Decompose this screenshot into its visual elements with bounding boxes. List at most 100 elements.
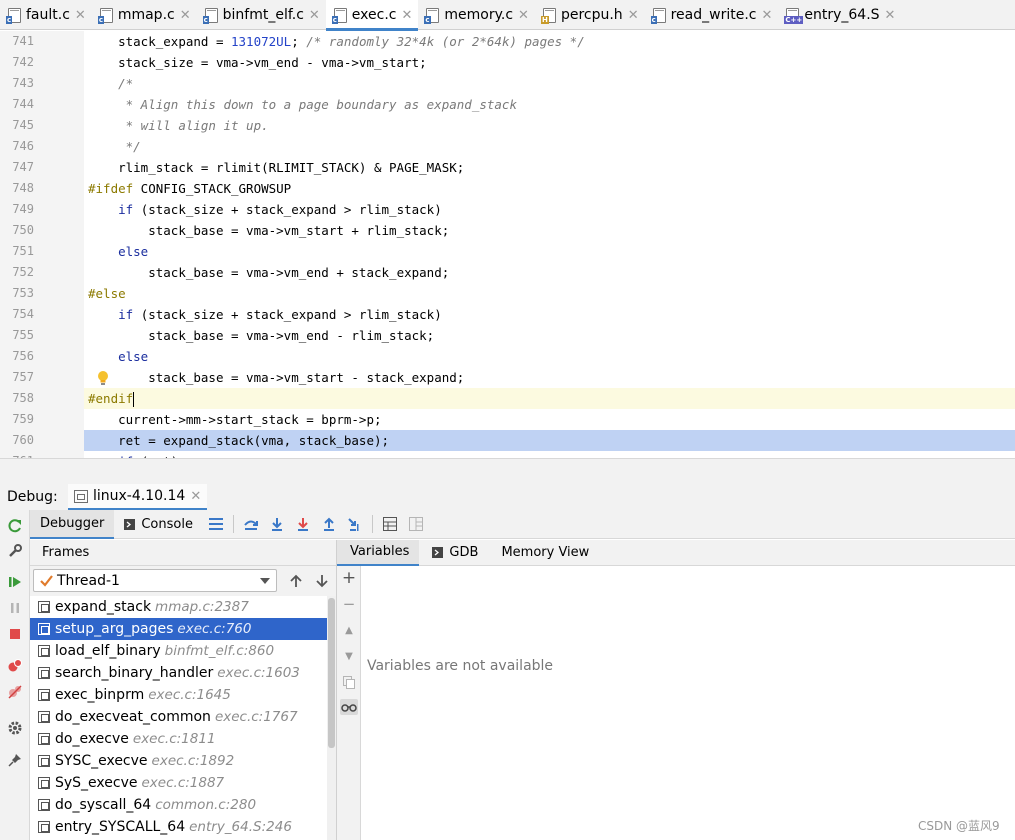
- frames-list[interactable]: expand_stack mmap.c:2387 setup_arg_pages ex…: [30, 596, 327, 840]
- wrench-icon[interactable]: [7, 543, 23, 559]
- code-line[interactable]: stack_base = vma->vm_start - stack_expan…: [88, 367, 1015, 388]
- mute-breakpoints-icon[interactable]: [7, 684, 23, 700]
- code-line[interactable]: ret = expand_stack(vma, stack_base);: [88, 430, 1015, 451]
- code-token: /* randomly 32*4k (or 2*64k) pages */: [306, 34, 585, 49]
- tab-memory-view[interactable]: Memory View: [488, 540, 599, 566]
- tab-gdb[interactable]: GDB: [419, 540, 488, 566]
- code-line[interactable]: * will align it up.: [88, 115, 1015, 136]
- frame-item[interactable]: do_execveat_common exec.c:1767: [30, 706, 327, 728]
- code-line[interactable]: * Align this down to a page boundary as …: [88, 94, 1015, 115]
- glasses-icon[interactable]: [340, 699, 358, 715]
- editor-tab[interactable]: Hpercpu.h ✕: [535, 0, 645, 30]
- editor-tab-label: entry_64.S: [804, 7, 880, 23]
- editor-tab[interactable]: c mmap.c ✕: [92, 0, 197, 30]
- code-token: ;: [291, 34, 307, 49]
- code-line[interactable]: stack_size = vma->vm_end - vma->vm_start…: [88, 52, 1015, 73]
- frame-function: do_syscall_64: [55, 797, 152, 813]
- frames-scrollbar[interactable]: [327, 596, 336, 840]
- add-icon[interactable]: +: [341, 568, 357, 588]
- frame-item[interactable]: SYSC_execve exec.c:1892: [30, 750, 327, 772]
- close-icon[interactable]: ✕: [885, 8, 896, 23]
- frames-menu-icon[interactable]: [207, 515, 225, 533]
- code-line[interactable]: if (stack_size + stack_expand > rlim_sta…: [88, 304, 1015, 325]
- frame-item[interactable]: SyS_execve exec.c:1887: [30, 772, 327, 794]
- evaluate-expression-icon[interactable]: [381, 515, 399, 533]
- close-icon[interactable]: ✕: [518, 8, 529, 23]
- line-number: 753: [12, 286, 34, 300]
- frame-location: exec.c:1887: [141, 775, 225, 791]
- code-token: #ifdef: [88, 181, 134, 196]
- pin-icon[interactable]: [7, 752, 23, 768]
- resume-icon[interactable]: [7, 574, 23, 590]
- variables-panel[interactable]: Variables are not available: [362, 566, 1015, 840]
- step-over-icon[interactable]: [268, 515, 286, 533]
- run-to-cursor-icon[interactable]: [346, 515, 364, 533]
- stack-frame-icon: [38, 777, 50, 789]
- show-execution-point-icon[interactable]: [242, 515, 260, 533]
- lightbulb-icon[interactable]: [97, 370, 109, 386]
- copy-icon[interactable]: [341, 674, 357, 690]
- frame-item[interactable]: setup_arg_pages exec.c:760: [30, 618, 327, 640]
- thread-selector[interactable]: Thread-1: [33, 569, 277, 592]
- thread-name: Thread-1: [57, 572, 120, 589]
- step-out-icon[interactable]: [320, 515, 338, 533]
- step-into-icon[interactable]: [294, 515, 312, 533]
- frame-item[interactable]: expand_stack mmap.c:2387: [30, 596, 327, 618]
- thread-row: Thread-1: [30, 566, 336, 596]
- arrow-up-icon[interactable]: [289, 573, 303, 589]
- code-line[interactable]: else: [88, 346, 1015, 367]
- editor-tab[interactable]: c binfmt_elf.c ✕: [197, 0, 326, 30]
- frame-function: load_elf_binary: [55, 643, 161, 659]
- stop-icon[interactable]: [7, 626, 23, 642]
- layout-icon[interactable]: [407, 515, 425, 533]
- tab-debugger[interactable]: Debugger: [30, 509, 115, 539]
- frame-item[interactable]: do_syscall_64 common.c:280: [30, 794, 327, 816]
- code-line[interactable]: stack_base = vma->vm_end - rlim_stack;: [88, 325, 1015, 346]
- code-line[interactable]: /*: [88, 73, 1015, 94]
- code-line[interactable]: if (stack_size + stack_expand > rlim_sta…: [88, 199, 1015, 220]
- code-line[interactable]: stack_base = vma->vm_end + stack_expand;: [88, 262, 1015, 283]
- rerun-icon[interactable]: [7, 518, 23, 534]
- code-line[interactable]: else: [88, 241, 1015, 262]
- panel-splitter[interactable]: [0, 458, 1015, 484]
- editor-tab[interactable]: c read_write.c ✕: [645, 0, 779, 30]
- tab-console[interactable]: Console: [114, 510, 203, 539]
- close-icon[interactable]: ✕: [761, 8, 772, 23]
- code-line[interactable]: */: [88, 136, 1015, 157]
- close-icon[interactable]: ✕: [401, 8, 412, 23]
- editor-tab[interactable]: c exec.c ✕: [325, 0, 419, 31]
- remove-icon[interactable]: −: [341, 595, 357, 613]
- close-icon[interactable]: ✕: [628, 8, 639, 23]
- editor-tab[interactable]: c memory.c ✕: [418, 0, 535, 30]
- frame-item[interactable]: entry_SYSCALL_64 entry_64.S:246: [30, 816, 327, 838]
- code-line[interactable]: stack_expand = 131072UL; /* randomly 32*…: [88, 31, 1015, 52]
- close-icon[interactable]: ✕: [180, 8, 191, 23]
- arrow-down-icon[interactable]: [315, 573, 329, 589]
- text-caret: [133, 392, 135, 407]
- code-line[interactable]: #endif: [88, 388, 1015, 409]
- move-up-icon[interactable]: ▲: [341, 622, 357, 638]
- code-line[interactable]: #ifdef CONFIG_STACK_GROWSUP: [88, 178, 1015, 199]
- code-line[interactable]: rlim_stack = rlimit(RLIMIT_STACK) & PAGE…: [88, 157, 1015, 178]
- chevron-down-icon[interactable]: [260, 578, 270, 584]
- code-line[interactable]: #else: [88, 283, 1015, 304]
- code-line[interactable]: if (ret): [88, 451, 1015, 458]
- close-icon[interactable]: ✕: [75, 8, 86, 23]
- code-editor[interactable]: 741 742 743 744 745 746 747 748 749 750 751 752 753 7…: [0, 31, 1015, 458]
- pause-icon[interactable]: [7, 600, 23, 616]
- tab-variables[interactable]: Variables: [337, 539, 420, 566]
- frame-item[interactable]: exec_binprm exec.c:1645: [30, 684, 327, 706]
- frame-item[interactable]: do_execve exec.c:1811: [30, 728, 327, 750]
- editor-tab[interactable]: C++ entry_64.S ✕: [778, 0, 901, 30]
- close-icon[interactable]: ✕: [309, 8, 320, 23]
- code-line[interactable]: current->mm->start_stack = bprm->p;: [88, 409, 1015, 430]
- editor-tab-label: percpu.h: [560, 7, 623, 23]
- editor-tab[interactable]: c fault.c ✕: [0, 0, 92, 30]
- gear-icon[interactable]: [7, 720, 23, 736]
- close-icon[interactable]: ✕: [190, 489, 201, 504]
- run-config-tab[interactable]: linux-4.10.14 ✕: [68, 484, 208, 510]
- code-line[interactable]: stack_base = vma->vm_start + rlim_stack;: [88, 220, 1015, 241]
